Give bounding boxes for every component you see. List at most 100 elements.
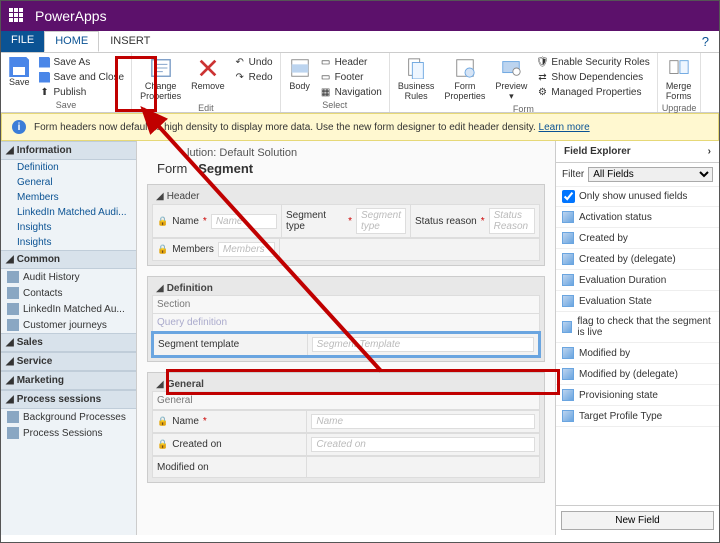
help-icon[interactable]: ? — [702, 34, 709, 49]
save-button[interactable]: Save — [5, 55, 34, 89]
sessions-icon — [7, 427, 19, 439]
lock-icon: 🔒 — [157, 216, 168, 227]
nav-item-audit[interactable]: Audit History — [1, 269, 136, 285]
expand-icon: ◢ — [156, 191, 164, 202]
filter-label: Filter — [562, 169, 584, 180]
nav-process-header[interactable]: ◢Process sessions — [1, 390, 136, 409]
brand-name: PowerApps — [35, 8, 107, 24]
notice-bar: i Form headers now default to high densi… — [1, 113, 719, 141]
form-header-section[interactable]: ◢Header 🔒Name*Name Segment type*Segment … — [147, 184, 545, 266]
nav-item-sessions[interactable]: Process Sessions — [1, 425, 136, 441]
field-explorer-title: Field Explorer — [564, 146, 631, 157]
gen-name-field[interactable]: Name — [311, 414, 535, 429]
nav-sales-header[interactable]: ◢Sales — [1, 333, 136, 352]
nav-item-insights[interactable]: Insights — [1, 220, 136, 235]
form-row[interactable]: 🔒MembersMembers — [152, 238, 540, 261]
ribbon-save-group: Save Save As Save and Close ⬆Publish Sav… — [1, 53, 132, 112]
section-header: ◢General — [152, 377, 540, 392]
ribbon-form-group: Business Rules Form Properties Preview ▾… — [390, 53, 658, 112]
nav-common-header[interactable]: ◢Common — [1, 250, 136, 269]
field-item[interactable]: Created by (delegate) — [556, 249, 719, 270]
only-unused-checkbox[interactable] — [562, 190, 575, 203]
preview-button[interactable]: Preview ▾ — [491, 55, 531, 104]
nav-item-journeys[interactable]: Customer journeys — [1, 317, 136, 333]
members-field[interactable]: Members — [218, 242, 275, 257]
save-and-close-button[interactable]: Save and Close — [36, 70, 128, 84]
menu-bar: FILE HOME INSERT ? — [1, 31, 719, 53]
properties-icon — [150, 57, 172, 79]
field-item[interactable]: flag to check that the segment is live — [556, 312, 719, 343]
form-row[interactable]: 🔒Name*Name Segment type*Segment type Sta… — [152, 204, 540, 238]
field-item[interactable]: Created by — [556, 228, 719, 249]
field-icon — [562, 274, 574, 286]
segment-type-field[interactable]: Segment type — [356, 208, 406, 234]
undo-icon: ↶ — [234, 56, 246, 68]
redo-button[interactable]: ↷Redo — [231, 70, 276, 84]
field-item[interactable]: Activation status — [556, 207, 719, 228]
status-reason-field[interactable]: Status Reason — [489, 208, 535, 234]
nav-service-header[interactable]: ◢Service — [1, 352, 136, 371]
new-field-button[interactable]: New Field — [561, 511, 714, 530]
collapse-icon: ◢ — [6, 394, 14, 405]
filter-select[interactable]: All Fields — [588, 167, 713, 182]
field-item[interactable]: Modified by (delegate) — [556, 364, 719, 385]
body-button[interactable]: Body — [285, 55, 315, 93]
nav-item-bg-processes[interactable]: Background Processes — [1, 409, 136, 425]
merge-forms-button[interactable]: Merge Forms — [662, 55, 696, 103]
footer-button[interactable]: ▭Footer — [317, 70, 385, 84]
form-definition-section[interactable]: ◢Definition Section Query definition Seg… — [147, 276, 545, 362]
field-item[interactable]: Modified by — [556, 343, 719, 364]
business-rules-button[interactable]: Business Rules — [394, 55, 439, 103]
remove-icon — [197, 57, 219, 79]
field-item[interactable]: Evaluation State — [556, 291, 719, 312]
nav-information-header[interactable]: ◢Information — [1, 141, 136, 160]
dependencies-icon: ⇄ — [536, 71, 548, 83]
show-dependencies-button[interactable]: ⇄Show Dependencies — [533, 70, 652, 84]
learn-more-link[interactable]: Learn more — [539, 122, 590, 133]
query-definition-row[interactable]: Query definition — [152, 313, 540, 332]
lock-icon: 🔒 — [157, 416, 168, 427]
form-row[interactable]: 🔒Created on Created on — [152, 433, 540, 456]
form-canvas[interactable]: lution: Default Solution Form Segment ◢H… — [137, 141, 555, 535]
nav-item-linkedin[interactable]: LinkedIn Matched Audi... — [1, 205, 136, 220]
name-field[interactable]: Name — [211, 214, 277, 229]
managed-properties-button[interactable]: ⚙Managed Properties — [533, 85, 652, 99]
enable-security-roles-button[interactable]: 🛡Enable Security Roles — [533, 55, 652, 69]
app-launcher-icon[interactable] — [9, 8, 25, 24]
field-item[interactable]: Target Profile Type — [556, 406, 719, 427]
form-row[interactable]: 🔒Name* Name — [152, 410, 540, 433]
insert-tab[interactable]: INSERT — [99, 31, 161, 52]
body-icon — [289, 57, 311, 79]
nav-item-insights-2[interactable]: Insights — [1, 235, 136, 250]
field-icon — [562, 389, 574, 401]
segment-template-row[interactable]: Segment template Segment Template — [152, 332, 540, 357]
section-subheader: General — [152, 391, 540, 410]
nav-item-general[interactable]: General — [1, 175, 136, 190]
change-properties-button[interactable]: Change Properties — [136, 55, 185, 103]
nav-item-linkedin-common[interactable]: LinkedIn Matched Au... — [1, 301, 136, 317]
collapse-icon: ◢ — [6, 375, 14, 386]
form-general-section[interactable]: ◢General General 🔒Name* Name 🔒Created on… — [147, 372, 545, 483]
collapse-icon: ◢ — [6, 356, 14, 367]
nav-marketing-header[interactable]: ◢Marketing — [1, 371, 136, 390]
nav-item-members[interactable]: Members — [1, 190, 136, 205]
home-tab[interactable]: HOME — [44, 31, 99, 52]
remove-button[interactable]: Remove — [187, 55, 229, 93]
nav-item-definition[interactable]: Definition — [1, 160, 136, 175]
created-on-field[interactable]: Created on — [311, 437, 535, 452]
chevron-right-icon[interactable]: › — [708, 146, 711, 157]
navigation-button[interactable]: ▦Navigation — [317, 85, 385, 99]
nav-item-contacts[interactable]: Contacts — [1, 285, 136, 301]
undo-button[interactable]: ↶Undo — [231, 55, 276, 69]
segment-template-field[interactable]: Segment Template — [312, 337, 534, 352]
form-row[interactable]: Modified on — [152, 456, 540, 478]
ribbon-upgrade-group: Merge Forms Upgrade — [658, 53, 702, 112]
header-button[interactable]: ▭Header — [317, 55, 385, 69]
save-as-button[interactable]: Save As — [36, 55, 128, 69]
form-properties-button[interactable]: Form Properties — [440, 55, 489, 103]
field-item[interactable]: Evaluation Duration — [556, 270, 719, 291]
publish-button[interactable]: ⬆Publish — [36, 85, 128, 99]
file-menu[interactable]: FILE — [1, 31, 44, 52]
field-item[interactable]: Provisioning state — [556, 385, 719, 406]
linkedin-icon — [7, 303, 19, 315]
